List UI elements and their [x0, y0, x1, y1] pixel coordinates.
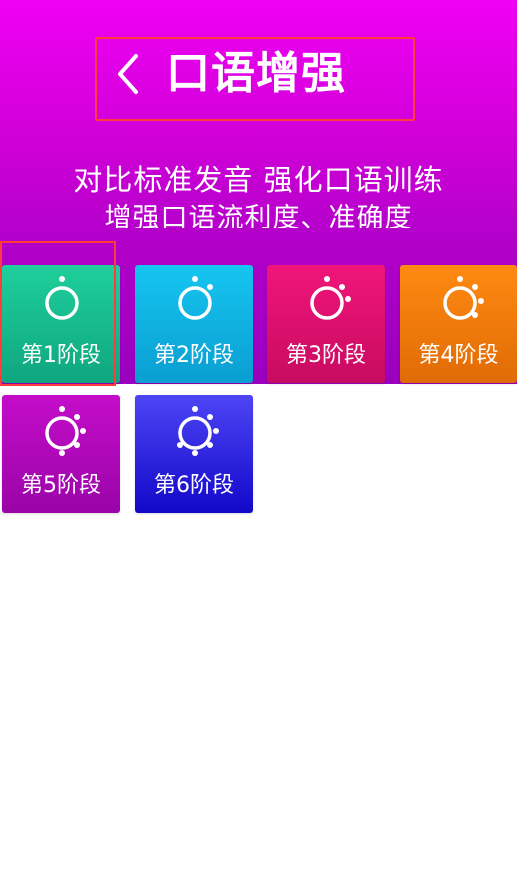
stage-label: 第2阶段	[154, 343, 234, 368]
stage-label: 第5阶段	[21, 473, 101, 498]
stage-select-screen: 口语增强 对比标准发音 强化口语训练 增强口语流利度、准确度 第1阶段 第2阶段…	[0, 0, 517, 882]
stage-tile-2[interactable]: 第2阶段	[135, 265, 253, 383]
stage-tile-4[interactable]: 第4阶段	[400, 265, 517, 383]
chevron-left-icon	[118, 54, 138, 94]
back-button[interactable]	[108, 50, 148, 98]
intro-line-1: 对比标准发音 强化口语训练	[73, 163, 444, 197]
stage-ring-icon	[303, 273, 351, 329]
stage-label: 第6阶段	[154, 473, 234, 498]
stage-ring-icon	[38, 403, 86, 459]
stage-label: 第4阶段	[418, 343, 499, 368]
stage-label: 第1阶段	[21, 343, 101, 368]
stage-ring-icon	[38, 273, 86, 329]
stage-tile-6[interactable]: 第6阶段	[135, 395, 253, 513]
intro-line-2: 增强口语流利度、准确度	[104, 203, 413, 228]
stage-ring-icon	[436, 273, 484, 329]
stage-tile-5[interactable]: 第5阶段	[2, 395, 120, 513]
stage-ring-icon	[171, 273, 219, 329]
page-title: 口语增强	[166, 48, 346, 99]
stage-label: 第3阶段	[286, 343, 366, 368]
stage-tile-3[interactable]: 第3阶段	[267, 265, 385, 383]
stage-ring-icon	[171, 403, 219, 459]
stage-tile-1[interactable]: 第1阶段	[2, 265, 120, 383]
